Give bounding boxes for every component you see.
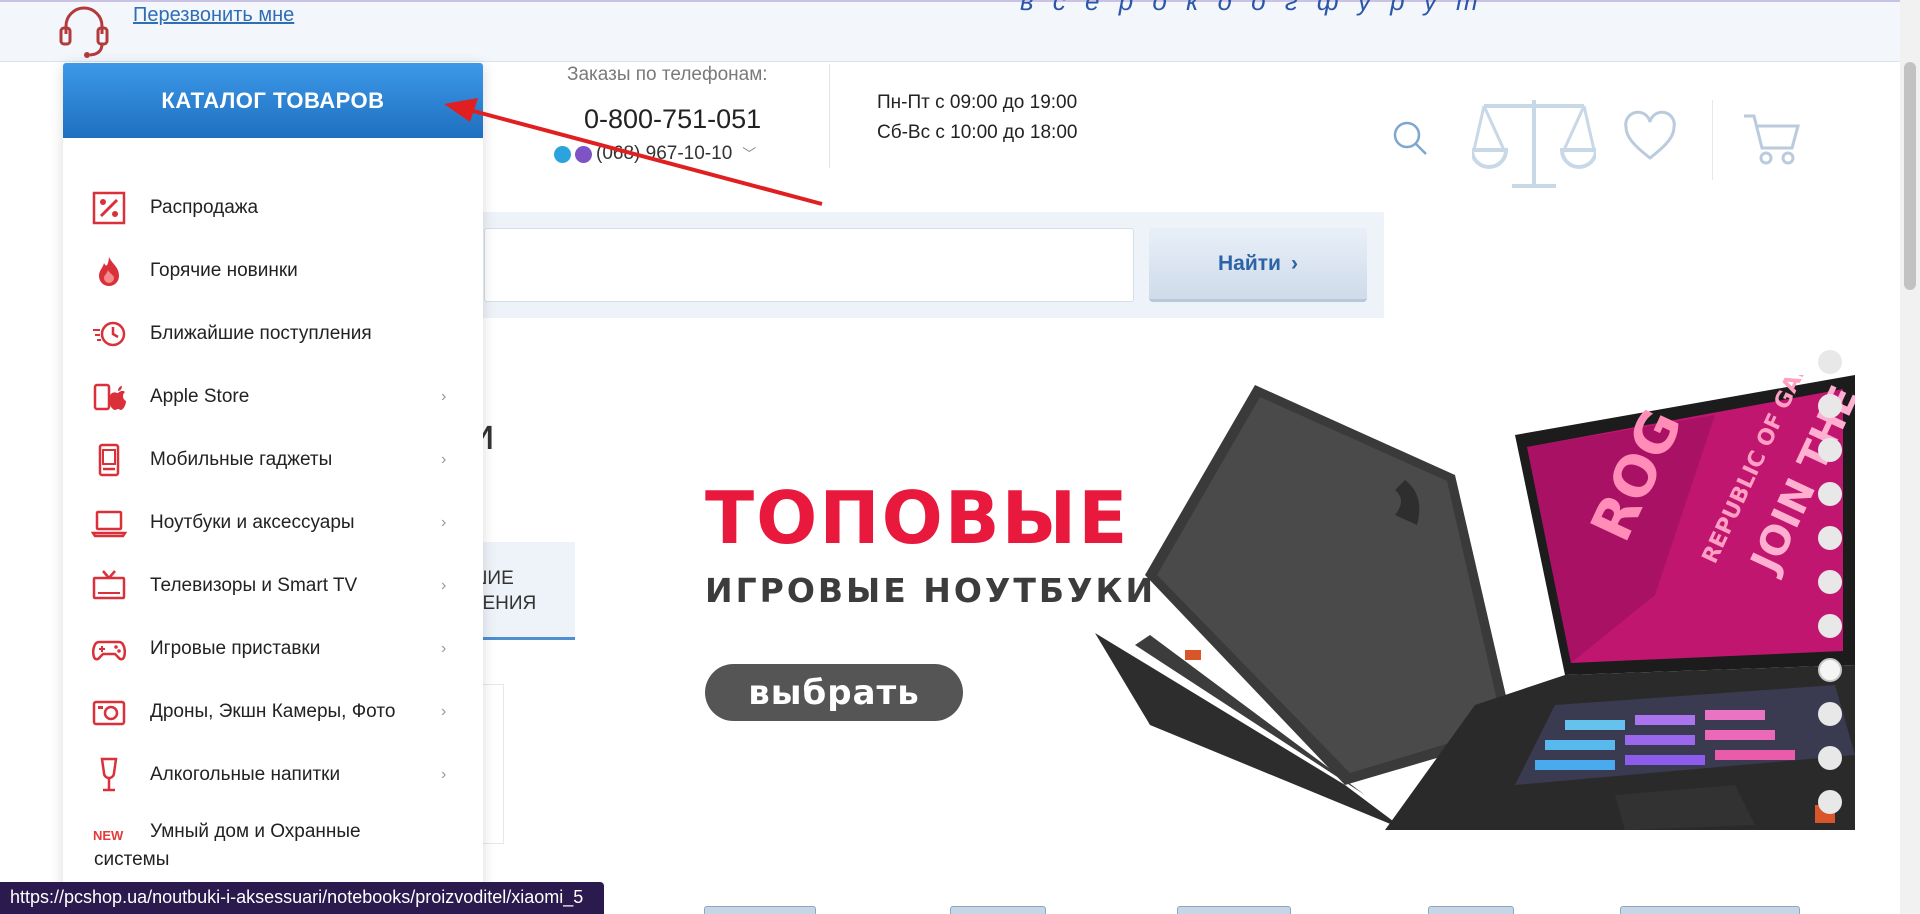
catalog-item-mobile-gadgets[interactable]: Мобильные гаджеты › (63, 428, 483, 491)
banner-subtitle: ИГРОВЫЕ НОУТБУКИ (705, 571, 1157, 610)
slider-dot[interactable] (1818, 614, 1842, 638)
telegram-icon[interactable] (554, 145, 571, 163)
viber-icon[interactable] (575, 145, 592, 163)
work-hours: Пн-Пт с 09:00 до 19:00 Сб-Вс с 10:00 до … (877, 88, 1077, 148)
compare-icon[interactable] (1472, 100, 1596, 192)
hours-weekdays: Пн-Пт с 09:00 до 19:00 (877, 92, 1078, 113)
chevron-right-icon: › (441, 576, 447, 594)
chevron-down-icon[interactable]: ﹀ (742, 144, 756, 164)
catalog-item-label: Алкогольные напитки (150, 763, 341, 785)
clock-icon (93, 321, 126, 347)
catalog-item-consoles[interactable]: Игровые приставки › (63, 617, 483, 680)
phone-mobile-row[interactable]: (068) 967-10-10 ﹀ (554, 143, 756, 165)
header-icons-divider (1712, 100, 1713, 180)
headset-icon[interactable] (56, 0, 112, 60)
phone-icon (98, 443, 120, 477)
page-scrollbar[interactable] (1900, 0, 1920, 914)
catalog-item-apple-store[interactable]: Apple Store › (63, 365, 483, 428)
chevron-right-icon: › (441, 639, 447, 657)
slider-dot[interactable] (1818, 746, 1842, 770)
thumbnail[interactable] (1177, 906, 1291, 914)
catalog-item-label: Телевизоры и Smart TV (150, 574, 358, 596)
heart-icon[interactable] (1622, 110, 1678, 164)
chevron-right-icon: › (441, 702, 447, 720)
search-input[interactable] (484, 228, 1134, 302)
cart-icon[interactable] (1742, 110, 1802, 166)
top-border (0, 0, 1900, 2)
slider-dot[interactable] (1818, 702, 1842, 726)
slider-dot[interactable] (1818, 350, 1842, 374)
hours-weekend: Сб-Вс с 10:00 до 18:00 (877, 122, 1078, 143)
chevron-right-icon: › (441, 450, 447, 468)
chevron-right-icon: › (441, 765, 447, 783)
catalog-item-label: Распродажа (150, 196, 259, 218)
slider-dot[interactable] (1818, 570, 1842, 594)
chevron-right-icon: › (1290, 251, 1298, 275)
phone-main[interactable]: 0-800-751-051 (584, 104, 761, 135)
header-divider (829, 64, 830, 168)
catalog-item-label: Ближайшие поступления (150, 322, 372, 344)
top-bar: Перезвонить мне в с е р о к д о г ф у р … (0, 0, 1900, 62)
callback-link[interactable]: Перезвонить мне (133, 4, 294, 27)
wine-glass-icon (100, 757, 118, 792)
tab-label-line2: ЛЕНИЯ (470, 593, 537, 614)
catalog-item-label: Игровые приставки (150, 637, 321, 659)
slider-dot-active[interactable] (1818, 658, 1842, 682)
search-button-label: Найти (1218, 251, 1281, 275)
catalog-item-label: Умный дом и Охранные системы (94, 818, 450, 874)
banner-title: ТОПОВЫЕ (705, 476, 1130, 560)
catalog-item-alcohol[interactable]: Алкогольные напитки › (63, 743, 483, 806)
catalog-item-label: Мобильные гаджеты (150, 448, 333, 470)
slider-dot[interactable] (1818, 790, 1842, 814)
catalog-item-upcoming[interactable]: Ближайшие поступления (63, 302, 483, 365)
status-url-bar: https://pcshop.ua/noutbuki-i-aksessuari/… (0, 882, 604, 914)
scrollbar-thumb[interactable] (1904, 62, 1916, 290)
thumbnail[interactable] (1620, 906, 1800, 914)
chevron-right-icon: › (441, 513, 447, 531)
tab-upcoming-partial[interactable]: ШИЕ ЛЕНИЯ (470, 542, 575, 640)
chevron-right-icon: › (441, 387, 447, 405)
laptop-icon (91, 510, 127, 538)
tv-icon (92, 570, 126, 600)
gaming-laptops-image: ROG REPUBLIC OF GAMERS JOIN THE (1095, 375, 1855, 830)
sale-icon (92, 191, 126, 225)
header-slogan: в с е р о к д о г ф у р у т (1020, 0, 1484, 16)
apple-icon (93, 383, 126, 411)
catalog-item-label: Apple Store (150, 385, 250, 407)
slider-dot[interactable] (1818, 482, 1842, 506)
phone-mobile: (068) 967-10-10 (596, 143, 733, 164)
catalog-item-label: Ноутбуки и аксессуары (150, 511, 355, 533)
tab-label-line1: ШИЕ (470, 568, 514, 589)
slider-dot[interactable] (1818, 438, 1842, 462)
catalog-item-tv[interactable]: Телевизоры и Smart TV › (63, 554, 483, 617)
banner-cta-button[interactable]: выбрать (705, 664, 963, 721)
slider-dot[interactable] (1818, 526, 1842, 550)
thumbnail[interactable] (950, 906, 1046, 914)
catalog-item-smart-home[interactable]: NEW Умный дом и Охранные системы (63, 814, 483, 884)
camera-icon (92, 700, 126, 726)
catalog-item-label: Горячие новинки (150, 259, 298, 281)
search-button[interactable]: Найти › (1149, 228, 1367, 302)
new-badge: NEW (93, 828, 124, 843)
thumbnail[interactable] (1428, 906, 1514, 914)
catalog-item-hot-new[interactable]: Горячие новинки (63, 239, 483, 302)
catalog-item-label-line1: Умный дом и Охранные (150, 821, 361, 842)
catalog-item-label: Дроны, Экшн Камеры, Фото (150, 700, 396, 722)
orders-label: Заказы по телефонам: (567, 64, 768, 85)
catalog-item-drones-cameras[interactable]: Дроны, Экшн Камеры, Фото › (63, 680, 483, 743)
slider-dot[interactable] (1818, 394, 1842, 418)
catalog-item-label-line2: системы (94, 849, 170, 870)
catalog-item-sale[interactable]: Распродажа (63, 176, 483, 239)
fire-icon (99, 257, 119, 286)
catalog-button[interactable]: КАТАЛОГ ТОВАРОВ (63, 63, 483, 138)
gamepad-icon (91, 640, 127, 661)
thumbnail[interactable] (704, 906, 816, 914)
search-icon[interactable] (1390, 118, 1430, 158)
catalog-item-laptops[interactable]: Ноутбуки и аксессуары › (63, 491, 483, 554)
